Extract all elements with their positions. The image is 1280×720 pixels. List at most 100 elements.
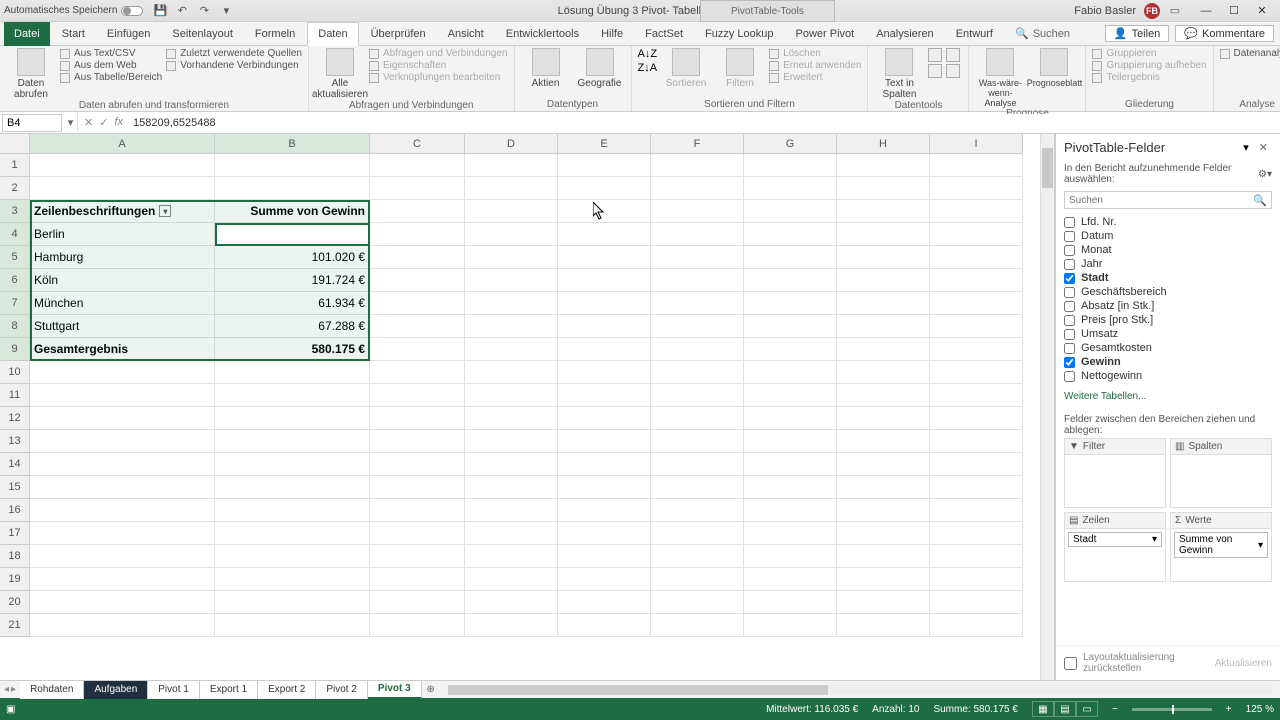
cell[interactable] [215, 499, 370, 522]
cell[interactable] [837, 292, 930, 315]
cell[interactable] [465, 177, 558, 200]
cell[interactable]: Stuttgart [30, 315, 215, 338]
cell[interactable] [744, 361, 837, 384]
cell[interactable] [930, 177, 1023, 200]
field-item[interactable]: Lfd. Nr. [1064, 215, 1272, 229]
cell[interactable] [370, 499, 465, 522]
cell[interactable] [651, 384, 744, 407]
tab-daten[interactable]: Daten [307, 22, 358, 46]
cell[interactable] [370, 545, 465, 568]
cell[interactable] [30, 591, 215, 614]
cell[interactable] [370, 522, 465, 545]
cell[interactable] [558, 269, 651, 292]
autosave-toggle[interactable]: Automatisches Speichern [4, 5, 143, 16]
field-item[interactable]: Geschäftsbereich [1064, 285, 1272, 299]
cell[interactable] [837, 614, 930, 637]
cell[interactable] [930, 453, 1023, 476]
row-header[interactable]: 10 [0, 361, 30, 384]
comments-button[interactable]: 💬Kommentare [1175, 25, 1274, 42]
cell[interactable] [651, 177, 744, 200]
cell[interactable] [837, 522, 930, 545]
consolidate-icon[interactable] [946, 64, 960, 78]
row-header[interactable]: 4 [0, 223, 30, 246]
view-layout-icon[interactable]: ▤ [1054, 701, 1076, 717]
cell[interactable] [744, 476, 837, 499]
add-sheet-button[interactable]: ⊕ [422, 684, 440, 695]
remove-dup-icon[interactable] [946, 48, 960, 62]
area-columns[interactable]: ▥Spalten [1170, 438, 1272, 508]
cell[interactable] [465, 338, 558, 361]
area-value-item[interactable]: Summe von Gewinn▾ [1174, 532, 1268, 558]
cell[interactable] [744, 200, 837, 223]
view-normal-icon[interactable]: ▦ [1032, 701, 1054, 717]
horizontal-scrollbar[interactable] [448, 685, 1272, 695]
ribbon-item[interactable]: Vorhandene Verbindungen [166, 60, 302, 71]
row-header[interactable]: 16 [0, 499, 30, 522]
cell[interactable]: 158.210 € [215, 223, 370, 246]
cell[interactable] [744, 384, 837, 407]
fx-icon[interactable]: fx [114, 116, 123, 129]
cell[interactable] [465, 292, 558, 315]
gear-icon[interactable]: ⚙▾ [1258, 169, 1272, 180]
tab-seitenlayout[interactable]: Seitenlayout [162, 22, 243, 46]
undo-icon[interactable]: ↶ [175, 4, 189, 18]
select-all-corner[interactable] [0, 134, 30, 154]
field-item[interactable]: Stadt [1064, 271, 1272, 285]
cell[interactable] [370, 246, 465, 269]
cell[interactable] [370, 361, 465, 384]
view-break-icon[interactable]: ▭ [1076, 701, 1098, 717]
sheet-tab[interactable]: Export 2 [258, 681, 316, 699]
forecast-button[interactable]: Prognoseblatt [1029, 48, 1079, 88]
field-item[interactable]: Datum [1064, 229, 1272, 243]
field-item[interactable]: Preis [pro Stk.] [1064, 313, 1272, 327]
text-to-columns-button[interactable]: Text in Spalten [874, 48, 924, 100]
cell[interactable] [744, 545, 837, 568]
cell[interactable] [930, 476, 1023, 499]
cell[interactable] [215, 430, 370, 453]
cell[interactable] [558, 361, 651, 384]
ribbon-item[interactable]: Abfragen und Verbindungen [369, 48, 508, 59]
enter-icon[interactable]: ✓ [99, 116, 108, 129]
more-tables-link[interactable]: Weitere Tabellen... [1056, 387, 1280, 406]
row-header[interactable]: 15 [0, 476, 30, 499]
cell[interactable] [930, 384, 1023, 407]
cell[interactable] [930, 338, 1023, 361]
cell[interactable] [465, 545, 558, 568]
tab-factset[interactable]: FactSet [635, 22, 693, 46]
pane-close-icon[interactable]: ✕ [1255, 141, 1272, 154]
cell[interactable] [370, 407, 465, 430]
stocks-button[interactable]: Aktien [521, 48, 571, 89]
column-header[interactable]: A [30, 134, 215, 154]
cell[interactable]: 580.175 € [215, 338, 370, 361]
record-macro-icon[interactable]: ▣ [6, 704, 15, 715]
cell[interactable] [465, 200, 558, 223]
cell[interactable] [30, 407, 215, 430]
cell[interactable] [651, 591, 744, 614]
cell[interactable] [558, 292, 651, 315]
cell[interactable]: Hamburg [30, 246, 215, 269]
column-header[interactable]: I [930, 134, 1023, 154]
cell[interactable] [837, 407, 930, 430]
field-item[interactable]: Umsatz [1064, 327, 1272, 341]
cell[interactable] [744, 453, 837, 476]
cell[interactable] [837, 223, 930, 246]
cell[interactable] [370, 338, 465, 361]
cell[interactable] [930, 430, 1023, 453]
cell[interactable] [30, 545, 215, 568]
ribbon-item[interactable]: Verknüpfungen bearbeiten [369, 72, 508, 83]
user-avatar[interactable]: FB [1144, 3, 1160, 19]
cell[interactable] [558, 591, 651, 614]
cell[interactable] [651, 315, 744, 338]
column-header[interactable]: E [558, 134, 651, 154]
area-filters[interactable]: ▼Filter [1064, 438, 1166, 508]
cell[interactable] [930, 568, 1023, 591]
row-header[interactable]: 17 [0, 522, 30, 545]
column-header[interactable]: F [651, 134, 744, 154]
cell[interactable] [558, 315, 651, 338]
cell[interactable] [370, 292, 465, 315]
cell[interactable] [744, 407, 837, 430]
cell[interactable] [651, 338, 744, 361]
ribbon-item[interactable]: Löschen [769, 48, 861, 59]
column-header[interactable]: C [370, 134, 465, 154]
cell[interactable] [930, 200, 1023, 223]
